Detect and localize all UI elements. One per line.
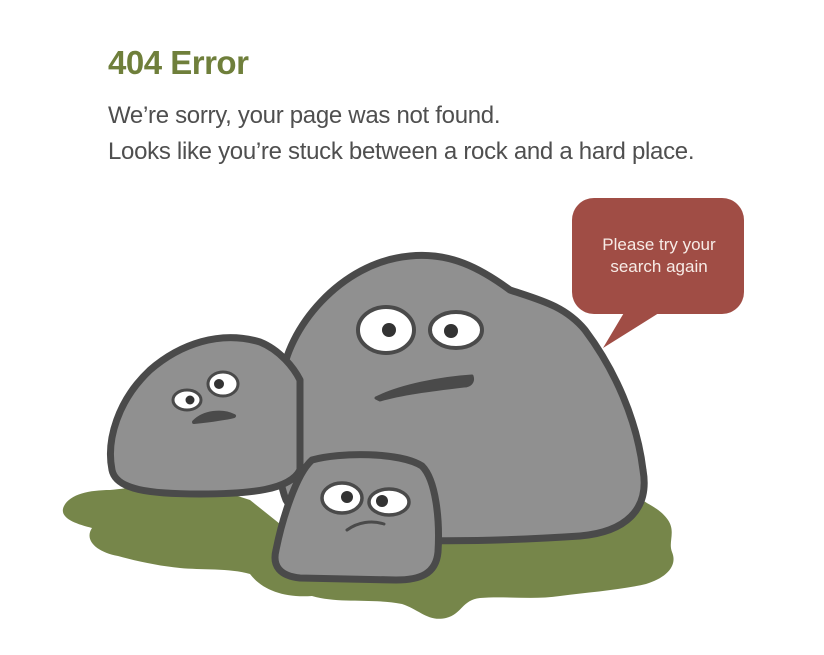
left-rock-left-pupil [185,395,195,405]
rocks-illustration [62,198,744,619]
big-rock-right-pupil [444,324,458,338]
small-rock-right-pupil [376,495,388,507]
speech-bubble-text: Please try your search again [580,234,738,278]
small-rock-right-eye [367,487,411,517]
small-rock-left-pupil [341,491,353,503]
speech-bubble-line-2: search again [610,257,708,276]
speech-bubble-line-1: Please try your [602,235,716,254]
big-rock-left-pupil [382,323,396,337]
left-rock-right-pupil [214,379,224,389]
small-rock [271,451,442,584]
